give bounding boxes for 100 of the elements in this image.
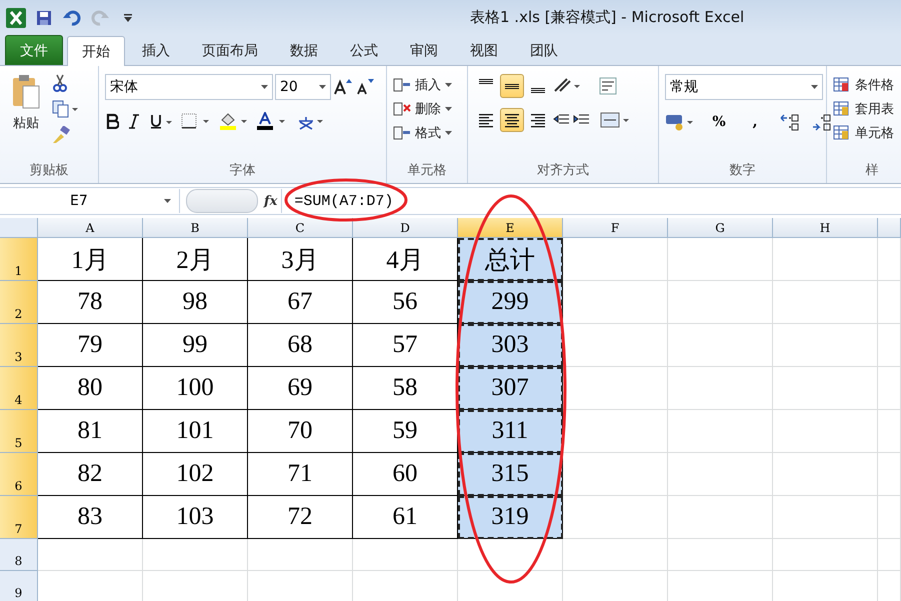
table-cell[interactable] — [773, 539, 878, 571]
undo-icon[interactable] — [62, 8, 82, 28]
table-cell[interactable]: 311 — [458, 410, 563, 453]
row-header[interactable]: 2 — [0, 281, 38, 324]
table-cell[interactable] — [668, 410, 773, 453]
table-cell[interactable] — [458, 539, 563, 571]
column-header[interactable]: A — [38, 218, 143, 238]
table-cell[interactable] — [563, 367, 668, 410]
table-cell[interactable]: 57 — [353, 324, 458, 367]
table-cell[interactable] — [773, 238, 878, 281]
table-cell[interactable] — [878, 324, 901, 367]
table-cell[interactable]: 102 — [143, 453, 248, 496]
table-cell[interactable]: 68 — [248, 324, 353, 367]
table-cell[interactable]: 3月 — [248, 238, 353, 281]
row-header[interactable]: 5 — [0, 410, 38, 453]
paste-button[interactable]: 粘贴 — [6, 74, 46, 161]
column-header[interactable]: C — [248, 218, 353, 238]
table-cell[interactable] — [248, 539, 353, 571]
table-cell[interactable]: 81 — [38, 410, 143, 453]
table-cell[interactable] — [773, 410, 878, 453]
row-header[interactable]: 3 — [0, 324, 38, 367]
scissors-icon[interactable] — [52, 74, 68, 92]
table-cell[interactable]: 78 — [38, 281, 143, 324]
ribbon-tab[interactable]: 团队 — [515, 35, 573, 65]
table-cell[interactable] — [773, 367, 878, 410]
column-header[interactable]: H — [773, 218, 878, 238]
file-tab[interactable]: 文件 — [5, 35, 63, 65]
underline-icon[interactable] — [149, 113, 173, 129]
column-header[interactable]: B — [143, 218, 248, 238]
number-format-select[interactable]: 常规 — [665, 74, 823, 100]
row-header[interactable]: 8 — [0, 539, 38, 571]
table-cell[interactable] — [878, 281, 901, 324]
table-cell[interactable]: 61 — [353, 496, 458, 539]
cells-button[interactable]: 插入 — [393, 74, 452, 96]
merge-center-icon[interactable] — [600, 111, 630, 129]
table-cell[interactable]: 71 — [248, 453, 353, 496]
copy-icon[interactable] — [52, 100, 78, 118]
caret-icon[interactable] — [445, 107, 452, 111]
row-header[interactable]: 4 — [0, 367, 38, 410]
ribbon-tab[interactable]: 公式 — [335, 35, 393, 65]
table-cell[interactable]: 60 — [353, 453, 458, 496]
table-cell[interactable]: 79 — [38, 324, 143, 367]
column-header[interactable] — [878, 218, 901, 238]
table-cell[interactable] — [878, 410, 901, 453]
grow-font-icon[interactable] — [333, 78, 353, 96]
table-cell[interactable]: 307 — [458, 367, 563, 410]
table-cell[interactable] — [878, 367, 901, 410]
shrink-font-icon[interactable] — [355, 78, 375, 96]
table-cell[interactable] — [38, 539, 143, 571]
caret-icon[interactable] — [164, 199, 171, 203]
table-cell[interactable]: 103 — [143, 496, 248, 539]
caret-icon[interactable] — [319, 85, 326, 89]
fill-color-icon[interactable] — [219, 112, 249, 130]
table-cell[interactable] — [563, 324, 668, 367]
table-cell[interactable]: 99 — [143, 324, 248, 367]
table-cell[interactable] — [563, 539, 668, 571]
table-cell[interactable]: 1月 — [38, 238, 143, 281]
row-header[interactable]: 7 — [0, 496, 38, 539]
italic-icon[interactable] — [127, 113, 141, 129]
font-size-select[interactable]: 20 — [275, 74, 331, 100]
table-cell[interactable]: 315 — [458, 453, 563, 496]
table-cell[interactable] — [773, 496, 878, 539]
styles-button[interactable]: 套用表 — [833, 98, 894, 120]
bold-icon[interactable] — [105, 113, 119, 129]
table-cell[interactable]: 80 — [38, 367, 143, 410]
row-header[interactable]: 9 — [0, 571, 38, 601]
column-header[interactable]: G — [668, 218, 773, 238]
table-cell[interactable] — [563, 453, 668, 496]
align-button[interactable] — [500, 74, 524, 98]
table-cell[interactable] — [563, 410, 668, 453]
caret-icon[interactable] — [261, 85, 268, 89]
column-header[interactable]: E — [458, 218, 563, 238]
table-cell[interactable] — [668, 453, 773, 496]
format-painter-icon[interactable] — [52, 126, 70, 144]
table-cell[interactable] — [878, 238, 901, 281]
table-cell[interactable] — [773, 324, 878, 367]
table-cell[interactable]: 4月 — [353, 238, 458, 281]
font-color-icon[interactable] — [257, 112, 287, 130]
table-cell[interactable]: 72 — [248, 496, 353, 539]
table-cell[interactable] — [878, 453, 901, 496]
table-cell[interactable] — [668, 281, 773, 324]
table-cell[interactable]: 56 — [353, 281, 458, 324]
name-box[interactable]: E7 — [0, 189, 180, 213]
table-cell[interactable]: 82 — [38, 453, 143, 496]
row-header[interactable]: 6 — [0, 453, 38, 496]
excel-logo-icon[interactable] — [6, 8, 26, 28]
table-cell[interactable]: 67 — [248, 281, 353, 324]
insert-function-button[interactable]: fx — [264, 194, 278, 208]
ribbon-tab[interactable]: 插入 — [127, 35, 185, 65]
table-cell[interactable] — [563, 281, 668, 324]
table-cell[interactable] — [668, 496, 773, 539]
table-cell[interactable] — [878, 539, 901, 571]
table-cell[interactable] — [668, 539, 773, 571]
table-cell[interactable] — [668, 324, 773, 367]
table-cell[interactable]: 303 — [458, 324, 563, 367]
percent-button[interactable]: % — [707, 110, 731, 134]
formula-input[interactable]: =SUM(A7:D7) — [281, 189, 901, 213]
table-cell[interactable]: 100 — [143, 367, 248, 410]
increase-decimal-icon[interactable] — [779, 113, 799, 131]
table-cell[interactable]: 319 — [458, 496, 563, 539]
